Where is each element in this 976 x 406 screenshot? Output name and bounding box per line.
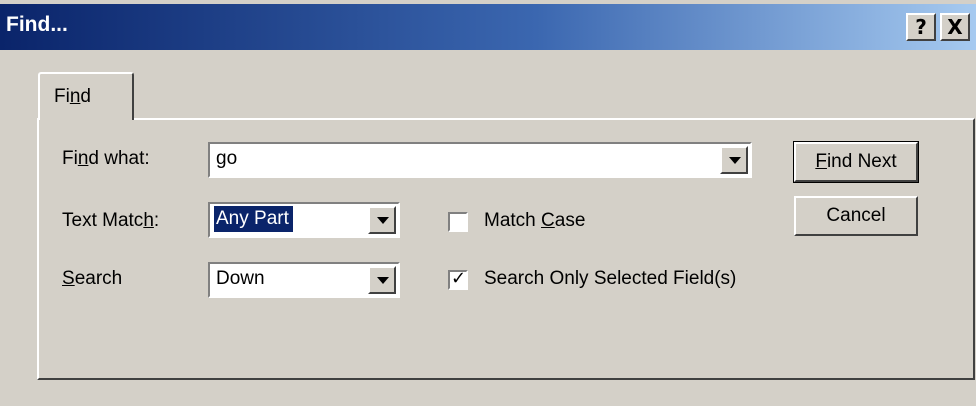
selected-fields-label[interactable]: Search Only Selected Field(s) (484, 268, 736, 290)
close-button[interactable]: X (940, 13, 970, 41)
find-what-input[interactable]: go (214, 146, 241, 172)
chevron-down-icon (729, 157, 741, 164)
chevron-down-icon (377, 217, 389, 224)
tab-find-label: Find (54, 86, 91, 107)
window-title: Find... (6, 13, 68, 36)
search-direction-dropdown-button[interactable] (368, 266, 396, 294)
find-next-button[interactable]: Find Next (793, 141, 919, 183)
text-match-select[interactable]: Any Part (208, 202, 400, 238)
find-what-dropdown-button[interactable] (720, 146, 748, 174)
find-what-combo[interactable]: go (208, 142, 752, 178)
help-button[interactable]: ? (906, 13, 936, 41)
text-match-value: Any Part (214, 206, 293, 232)
chevron-down-icon (377, 277, 389, 284)
selected-fields-checkbox[interactable]: ✓ (448, 268, 468, 290)
match-case-checkbox[interactable] (448, 212, 468, 232)
search-direction-label: Search (62, 268, 123, 289)
match-case-label[interactable]: Match Case (484, 210, 585, 232)
find-what-label: Find what: (62, 148, 150, 169)
text-match-dropdown-button[interactable] (368, 206, 396, 234)
checkmark-icon: ✓ (451, 268, 467, 289)
title-bar[interactable]: Find... ? X (0, 4, 976, 50)
cancel-button[interactable]: Cancel (794, 196, 918, 236)
text-match-label: Text Match: (62, 210, 160, 231)
tab-find[interactable]: Find (38, 72, 134, 120)
search-direction-value: Down (216, 268, 265, 289)
search-direction-select[interactable]: Down (208, 262, 400, 298)
